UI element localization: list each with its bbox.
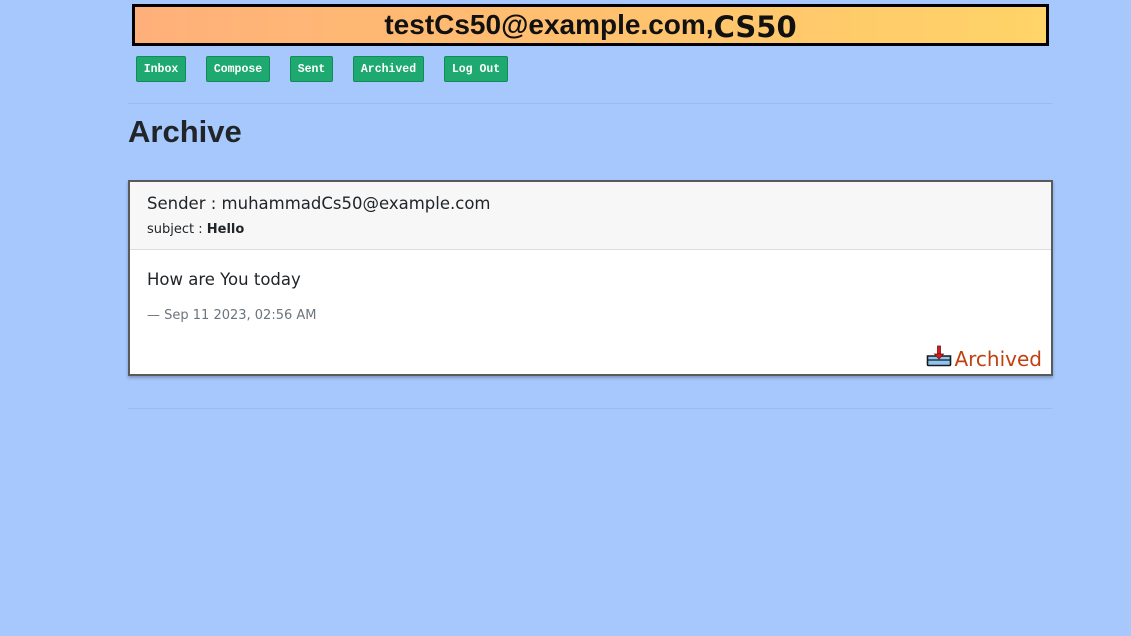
sender-address: muhammadCs50@example.com: [221, 194, 491, 213]
sender-label: Sender :: [147, 194, 222, 213]
divider-top: [128, 103, 1052, 104]
divider-bottom: [128, 408, 1052, 409]
inbox-button[interactable]: Inbox: [136, 56, 186, 82]
subject-label: subject :: [147, 222, 207, 237]
archive-tray-icon: [926, 345, 954, 372]
compose-button[interactable]: Compose: [206, 56, 270, 82]
subject-text: Hello: [206, 222, 245, 237]
archived-button[interactable]: Archived: [353, 56, 424, 82]
page-title: Archive: [128, 114, 242, 149]
email-card[interactable]: Sender : muhammadCs50@example.com subjec…: [128, 180, 1053, 376]
sent-button[interactable]: Sent: [290, 56, 333, 82]
sender-line: Sender : muhammadCs50@example.com: [147, 194, 491, 213]
user-banner: testCs50@example.com, CS50: [132, 4, 1049, 46]
logout-button[interactable]: Log Out: [444, 56, 508, 82]
email-card-header: Sender : muhammadCs50@example.com subjec…: [130, 182, 1051, 250]
archived-label: Archived: [954, 346, 1042, 371]
unarchive-button[interactable]: Archived: [926, 345, 1042, 372]
email-timestamp: — Sep 11 2023, 02:56 AM: [147, 308, 317, 323]
app-name: CS50: [713, 10, 797, 44]
banner-separator: ,: [705, 9, 714, 40]
email-body: How are You today: [147, 270, 301, 289]
subject-line: subject : Hello: [147, 222, 244, 237]
user-email: testCs50@example.com: [384, 9, 706, 40]
